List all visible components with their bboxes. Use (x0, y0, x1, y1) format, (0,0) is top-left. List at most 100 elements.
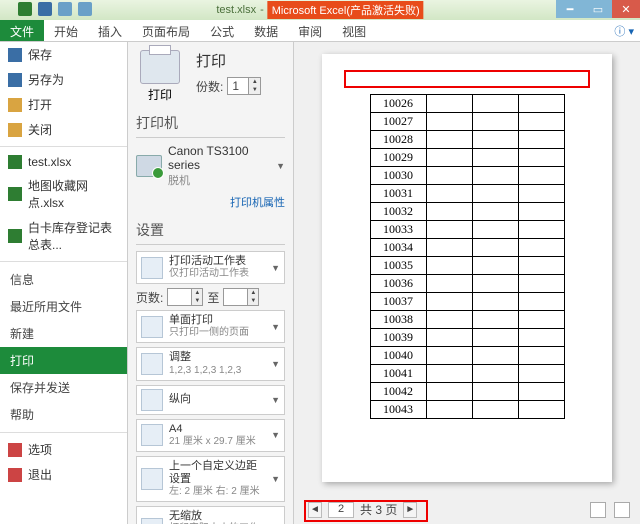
chevron-down-icon: ▼ (271, 474, 280, 484)
window-close-button[interactable]: ✕ (612, 0, 640, 18)
tab-data[interactable]: 数据 (244, 20, 288, 41)
copies-value: 1 (232, 79, 239, 93)
window-restore-button[interactable]: ▭ (584, 0, 612, 18)
table-row: 10041 (370, 365, 564, 383)
table-cell (472, 293, 518, 311)
sidebar-recent-0[interactable]: test.xlsx (0, 151, 127, 173)
printer-properties-link[interactable]: 打印机属性 (136, 194, 285, 210)
table-cell (472, 221, 518, 239)
pager-current-input[interactable]: 2 (328, 502, 354, 518)
copies-input[interactable]: 1 ▲▼ (227, 77, 261, 95)
chevron-down-icon: ▼ (271, 263, 280, 273)
table-cell: 10038 (370, 311, 426, 329)
table-cell (426, 329, 472, 347)
table-cell (518, 203, 564, 221)
paper-icon (141, 424, 163, 446)
table-cell (518, 221, 564, 239)
sidebar-close[interactable]: 关闭 (0, 117, 127, 142)
tab-home[interactable]: 开始 (44, 20, 88, 41)
sidebar-recent[interactable]: 最近所用文件 (0, 293, 127, 320)
tab-page-layout[interactable]: 页面布局 (132, 20, 200, 41)
table-cell (472, 113, 518, 131)
tab-formulas[interactable]: 公式 (200, 20, 244, 41)
pager-next-button[interactable]: ► (403, 502, 417, 518)
table-row: 10036 (370, 275, 564, 293)
tab-file[interactable]: 文件 (0, 20, 44, 41)
print-what-select[interactable]: 打印活动工作表仅打印活动工作表 ▼ (136, 251, 285, 284)
excel-file-icon (8, 229, 22, 243)
pager-prev-button[interactable]: ◄ (308, 502, 322, 518)
sidebar-recent-1[interactable]: 地图收藏网点.xlsx (0, 173, 127, 215)
orientation-select[interactable]: 纵向 ▼ (136, 385, 285, 415)
preview-page: 1002610027100281002910030100311003210033… (322, 54, 612, 482)
backstage-sidebar: 保存 另存为 打开 关闭 test.xlsx 地图收藏网点.xlsx 白卡库存登… (0, 42, 128, 524)
sidebar-recent-2[interactable]: 白卡库存登记表总表... (0, 215, 127, 257)
pages-from-input[interactable]: ▲▼ (167, 288, 203, 306)
copies-up[interactable]: ▲ (248, 78, 260, 86)
sidebar-recent-0-label: test.xlsx (28, 155, 71, 169)
table-cell (518, 329, 564, 347)
sidebar-share[interactable]: 保存并发送 (0, 374, 127, 401)
sidebar-info[interactable]: 信息 (0, 266, 127, 293)
table-cell (518, 131, 564, 149)
pages-label: 页数: (136, 289, 163, 306)
undo-icon[interactable] (58, 2, 72, 16)
tab-review[interactable]: 审阅 (288, 20, 332, 41)
table-row: 10038 (370, 311, 564, 329)
sides-select[interactable]: 单面打印只打印一侧的页面 ▼ (136, 310, 285, 343)
printer-icon (140, 50, 180, 84)
options-icon (8, 443, 22, 457)
close-icon (8, 123, 22, 137)
sidebar-exit[interactable]: 退出 (0, 462, 127, 487)
title-app: Microsoft Excel(产品激活失败) (268, 1, 424, 19)
chevron-down-icon: ▼ (271, 430, 280, 440)
table-cell (518, 401, 564, 419)
pages-to-input[interactable]: ▲▼ (223, 288, 259, 306)
table-cell (518, 293, 564, 311)
paper-size-select[interactable]: A421 厘米 x 29.7 厘米 ▼ (136, 419, 285, 452)
printer-section-title: 打印机 (136, 113, 285, 133)
sidebar-recent-2-label: 白卡库存登记表总表... (28, 219, 119, 253)
sidebar-new[interactable]: 新建 (0, 320, 127, 347)
table-cell: 10041 (370, 365, 426, 383)
table-cell (426, 113, 472, 131)
print-preview-pane: 1002610027100281002910030100311003210033… (294, 42, 640, 524)
table-cell: 10026 (370, 95, 426, 113)
sidebar-options[interactable]: 选项 (0, 437, 127, 462)
table-cell: 10027 (370, 113, 426, 131)
ribbon-help[interactable]: ⓘ ▾ (614, 20, 640, 41)
save-icon[interactable] (38, 2, 52, 16)
margins-select[interactable]: 上一个自定义边距设置左: 2 厘米 右: 2 厘米 ▼ (136, 456, 285, 502)
scaling-select[interactable]: 无缩放打印实际大小的工作表 ▼ (136, 506, 285, 524)
sidebar-save[interactable]: 保存 (0, 42, 127, 67)
tab-view[interactable]: 视图 (332, 20, 376, 41)
window-minimize-button[interactable]: ━ (556, 0, 584, 18)
printer-name: Canon TS3100 series (168, 144, 270, 172)
table-cell (472, 401, 518, 419)
printer-select[interactable]: Canon TS3100 series 脱机 ▼ (136, 144, 285, 190)
sidebar-saveas[interactable]: 另存为 (0, 67, 127, 92)
sidebar-help[interactable]: 帮助 (0, 401, 127, 428)
table-cell (472, 149, 518, 167)
table-cell: 10028 (370, 131, 426, 149)
sidebar-saveas-label: 另存为 (28, 71, 64, 88)
table-cell (426, 239, 472, 257)
sidebar-exit-label: 退出 (28, 466, 52, 483)
tab-insert[interactable]: 插入 (88, 20, 132, 41)
saveas-icon (8, 73, 22, 87)
collate-select[interactable]: 调整1,2,3 1,2,3 1,2,3 ▼ (136, 347, 285, 380)
print-button[interactable]: 打印 (136, 50, 184, 103)
copies-down[interactable]: ▼ (248, 86, 260, 94)
zoom-page-button[interactable] (614, 502, 630, 518)
table-cell (472, 257, 518, 275)
settings-section-title: 设置 (136, 220, 285, 240)
table-row: 10034 (370, 239, 564, 257)
chevron-down-icon: ▼ (271, 395, 280, 405)
margins-icon (141, 468, 163, 490)
sidebar-print[interactable]: 打印 (0, 347, 127, 374)
sidebar-open[interactable]: 打开 (0, 92, 127, 117)
table-row: 10032 (370, 203, 564, 221)
sidebar-options-label: 选项 (28, 441, 52, 458)
show-margins-button[interactable] (590, 502, 606, 518)
redo-icon[interactable] (78, 2, 92, 16)
